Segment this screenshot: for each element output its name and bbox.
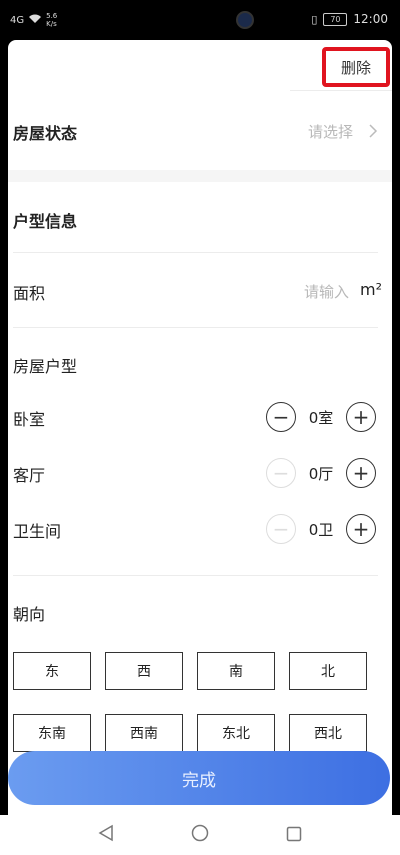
bathroom-value: 0卫 [308, 520, 334, 539]
house-type-label: 房屋户型 [13, 357, 78, 376]
section-gap [8, 170, 392, 182]
house-status-placeholder: 请选择 [308, 123, 354, 141]
bedroom-value: 0室 [308, 408, 334, 427]
network-speed: 5.6 K/s [46, 12, 58, 28]
clock: 12:00 [353, 12, 388, 26]
divider-1 [13, 252, 378, 253]
square-recent-icon[interactable] [286, 823, 302, 847]
orientation-southeast[interactable]: 东南 [13, 714, 91, 752]
camera [236, 11, 254, 29]
delete-highlight: 删除 [322, 47, 390, 87]
bedroom-minus-icon[interactable]: − [266, 402, 296, 432]
living-room-label: 客厅 [13, 466, 46, 485]
bathroom-plus-icon[interactable]: + [346, 514, 376, 544]
orientation-east[interactable]: 东 [13, 652, 91, 690]
bedroom-row: 卧室 − 0室 + [8, 400, 392, 434]
bedroom-plus-icon[interactable]: + [346, 402, 376, 432]
top-divider [290, 90, 392, 91]
circle-home-icon[interactable] [191, 823, 209, 847]
orientation-northeast[interactable]: 东北 [197, 714, 275, 752]
area-unit: m² [360, 280, 382, 299]
vibrate-icon: ▯ [311, 12, 318, 26]
living-room-plus-icon[interactable]: + [346, 458, 376, 488]
status-left: 4G 5.6 K/s [10, 12, 57, 28]
orientation-south[interactable]: 南 [197, 652, 275, 690]
status-bar: 4G 5.6 K/s ▯ 70 12:00 [0, 0, 400, 42]
area-input[interactable]: 请输入 [304, 281, 349, 302]
bathroom-minus-icon[interactable]: − [266, 514, 296, 544]
delete-button[interactable]: 删除 [341, 57, 371, 78]
living-room-stepper: − 0厅 + [266, 458, 376, 488]
house-status-label: 房屋状态 [13, 124, 78, 143]
area-row: 面积 请输入 m² [8, 272, 392, 312]
signal-icon: 4G [10, 14, 25, 26]
bedroom-label: 卧室 [13, 410, 46, 429]
living-room-minus-icon[interactable]: − [266, 458, 296, 488]
house-status-row[interactable]: 房屋状态 请选择 [8, 112, 392, 152]
status-right: ▯ 70 12:00 [311, 12, 388, 26]
layout-section-title: 户型信息 [13, 212, 78, 231]
orientation-southwest[interactable]: 西南 [105, 714, 183, 752]
bedroom-stepper: − 0室 + [266, 402, 376, 432]
system-nav-bar [0, 815, 400, 855]
battery-icon: 70 [323, 12, 348, 26]
screen: 删除 房屋状态 请选择 户型信息 面积 请输入 m² 房屋户型 卧室 − 0室 … [8, 40, 392, 815]
orientation-label: 朝向 [13, 605, 46, 624]
bathroom-stepper: − 0卫 + [266, 514, 376, 544]
bathroom-row: 卫生间 − 0卫 + [8, 512, 392, 546]
living-room-row: 客厅 − 0厅 + [8, 456, 392, 490]
orientation-northwest[interactable]: 西北 [289, 714, 367, 752]
finish-button[interactable]: 完成 [8, 751, 390, 805]
living-room-value: 0厅 [308, 464, 334, 483]
orientation-north[interactable]: 北 [289, 652, 367, 690]
wifi-icon [28, 13, 42, 27]
divider-3 [13, 575, 378, 576]
triangle-back-icon[interactable] [98, 823, 114, 847]
phone-frame: 4G 5.6 K/s ▯ 70 12:00 删除 房屋状态 请选择 户型信息 面… [0, 0, 400, 855]
bathroom-label: 卫生间 [13, 522, 62, 541]
divider-2 [13, 327, 378, 328]
chevron-right-icon [368, 123, 378, 142]
area-label: 面积 [13, 284, 46, 303]
orientation-west[interactable]: 西 [105, 652, 183, 690]
